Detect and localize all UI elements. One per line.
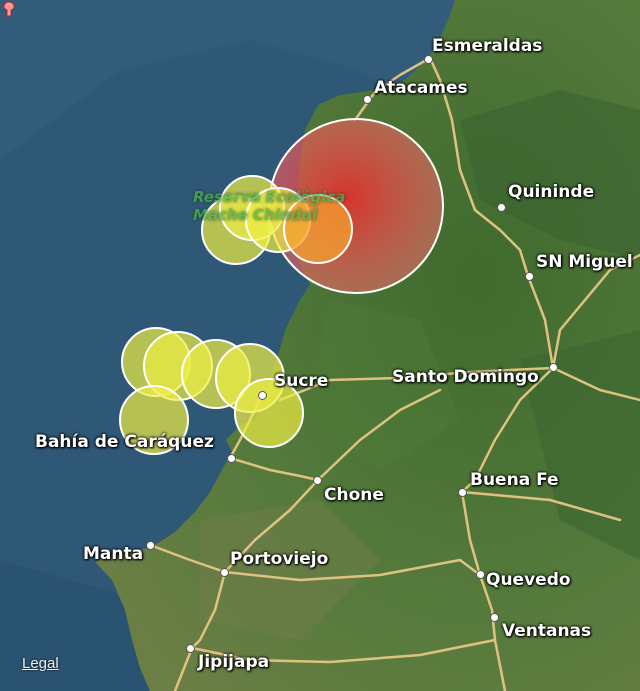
city-label-santo-domingo[interactable]: Santo Domingo [392, 369, 539, 386]
reserve-label: Reserva Ecológica Mache Chindul [193, 188, 346, 224]
city-label-portoviejo[interactable]: Portoviejo [230, 551, 328, 568]
city-label-bahia[interactable]: Bahía de Caráquez [35, 434, 214, 451]
city-marker [146, 541, 155, 550]
city-marker [497, 203, 506, 212]
city-label-sn-miguel[interactable]: SN Miguel [536, 254, 633, 271]
city-label-esmeraldas[interactable]: Esmeraldas [432, 38, 542, 55]
city-marker [525, 272, 534, 281]
city-marker [227, 454, 236, 463]
city-marker [458, 488, 467, 497]
city-label-quevedo[interactable]: Quevedo [486, 572, 571, 589]
city-marker [313, 476, 322, 485]
city-marker [363, 95, 372, 104]
city-marker [220, 568, 229, 577]
map-view[interactable]: Reserva Ecológica Mache Chindul Esmerald… [0, 0, 640, 691]
city-label-jipijapa[interactable]: Jipijapa [198, 654, 269, 671]
legal-link[interactable]: Legal [22, 655, 59, 672]
city-label-ventanas[interactable]: Ventanas [502, 623, 591, 640]
city-marker [258, 391, 267, 400]
city-marker [424, 55, 433, 64]
city-marker [186, 644, 195, 653]
city-marker [476, 570, 485, 579]
earthquake-pin-icon[interactable] [0, 0, 18, 18]
city-label-sucre[interactable]: Sucre [274, 373, 328, 390]
city-label-atacames[interactable]: Atacames [374, 80, 468, 97]
city-label-quininde[interactable]: Quininde [508, 184, 594, 201]
city-label-chone[interactable]: Chone [324, 487, 384, 504]
city-label-buena-fe[interactable]: Buena Fe [470, 472, 559, 489]
city-label-manta[interactable]: Manta [83, 546, 143, 563]
city-marker [490, 613, 499, 622]
city-marker [549, 363, 558, 372]
